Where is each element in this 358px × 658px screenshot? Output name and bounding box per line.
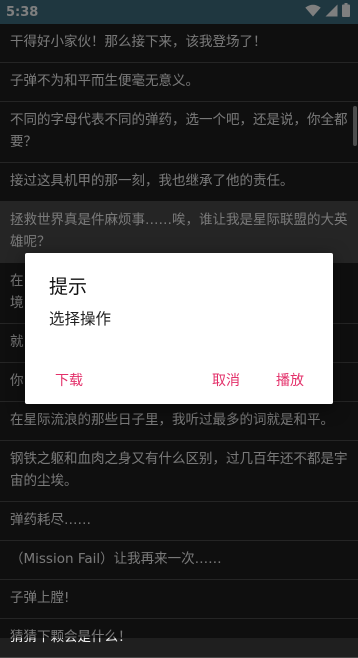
dialog-title: 提示 — [49, 276, 88, 298]
download-button[interactable]: 下载 — [49, 365, 89, 397]
cancel-button[interactable]: 取消 — [206, 365, 246, 397]
dialog-message: 选择操作 — [49, 310, 112, 328]
play-button[interactable]: 播放 — [270, 365, 310, 397]
action-dialog: 提示 选择操作 下载 取消 播放 — [25, 253, 333, 404]
